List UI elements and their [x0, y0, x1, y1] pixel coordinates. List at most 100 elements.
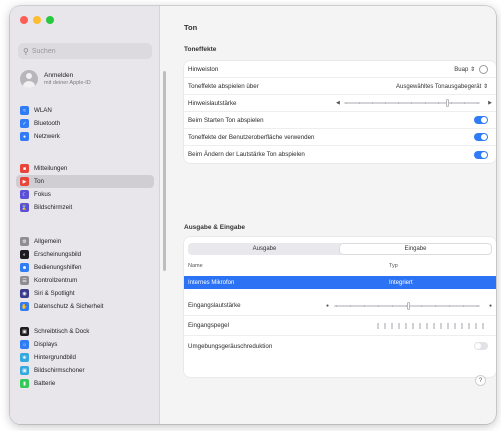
speaker-icon: ▶	[20, 177, 29, 186]
sidebar-item-bildschirmzeit[interactable]: ⌛ Bildschirmzeit	[16, 201, 154, 214]
input-level-meter	[377, 322, 484, 329]
tab-eingabe[interactable]: Eingabe	[340, 244, 491, 254]
alert-volume-label: Hinweislautstärke	[188, 99, 237, 107]
noise-reduction-row: Umgebungsgeräuschreduktion	[184, 336, 496, 356]
alert-volume-slider[interactable]: ◀ ▶	[336, 99, 492, 107]
appearance-icon: ◐	[20, 250, 29, 259]
ui-sounds-toggle[interactable]	[474, 133, 488, 141]
io-heading: Ausgabe & Eingabe	[184, 224, 246, 231]
alert-sound-row: Hinweiston Buap ⇕	[184, 61, 496, 78]
device-row-selected[interactable]: Internes Mikrofon Integriert	[184, 276, 496, 289]
close-button[interactable]	[20, 16, 28, 24]
alert-sound-label: Hinweiston	[188, 65, 219, 73]
sidebar-item-allgemein[interactable]: ⚙ Allgemein	[16, 235, 154, 248]
input-volume-label: Eingangslautstärke	[188, 302, 241, 309]
device-table-header: Name Typ	[184, 263, 496, 269]
account-subtitle: mit deiner Apple-ID	[44, 80, 91, 86]
input-volume-row: Eingangslautstärke ● ●	[184, 296, 496, 316]
avatar	[20, 70, 38, 88]
search-field[interactable]: ⚲	[18, 43, 152, 59]
sidebar-item-hintergrundbild[interactable]: ❀ Hintergrundbild	[16, 351, 154, 364]
column-type-header: Typ	[389, 263, 398, 269]
sidebar-group-general: ⚙ Allgemein ◐ Erscheinungsbild ☻ Bedienungs…	[16, 235, 154, 313]
search-input[interactable]	[31, 47, 142, 55]
mic-high-icon: ●	[488, 302, 492, 309]
minimize-button[interactable]	[33, 16, 41, 24]
play-through-row: Toneffekte abspielen über Ausgewähltes T…	[184, 78, 496, 95]
sidebar-item-bildschirmschoner[interactable]: ▣ Bildschirmschoner	[16, 364, 154, 377]
main-pane: Ton Toneffekte Hinweiston Buap ⇕ Toneffe…	[160, 6, 496, 424]
volume-feedback-toggle[interactable]	[474, 150, 488, 159]
screensaver-icon: ▣	[20, 366, 29, 375]
sidebar-item-ton[interactable]: ▶ Ton	[16, 175, 154, 188]
sidebar-item-mitteilungen[interactable]: ■ Mitteilungen	[16, 162, 154, 175]
hand-icon: ✋	[20, 302, 29, 311]
speaker-low-icon: ◀	[336, 100, 340, 106]
battery-icon: ▮	[20, 379, 29, 388]
sidebar-item-batterie[interactable]: ▮ Batterie	[16, 377, 154, 390]
input-volume-slider[interactable]: ● ●	[326, 301, 492, 310]
ui-sounds-label: Toneffekte der Benutzeroberfläche verwen…	[188, 133, 315, 141]
help-button[interactable]: ?	[475, 375, 486, 386]
sidebar-item-wlan[interactable]: ≈ WLAN	[16, 104, 154, 117]
sidebar-item-fokus[interactable]: ☾ Fokus	[16, 188, 154, 201]
slider-knob[interactable]	[407, 301, 410, 310]
bluetooth-icon: ✓	[20, 119, 29, 128]
sidebar-group-network: ≈ WLAN ✓ Bluetooth ● Netzwerk	[16, 104, 154, 143]
hourglass-icon: ⌛	[20, 203, 29, 212]
sidebar: ⚲ Anmelden mit deiner Apple-ID ≈WLAN ✓Bl…	[10, 6, 166, 424]
sidebar-item-kontrollzentrum[interactable]: ☰ Kontrollzentrum	[16, 274, 154, 287]
startup-sound-toggle[interactable]	[474, 116, 488, 124]
effects-card: Hinweiston Buap ⇕ Toneffekte abspielen ü…	[184, 61, 496, 163]
wallpaper-icon: ❀	[20, 353, 29, 362]
play-through-popup[interactable]: Ausgewähltes Tonausgabegerät ⇕	[396, 83, 488, 90]
sidebar-item-erscheinungsbild[interactable]: ◐ Erscheinungsbild	[16, 248, 154, 261]
control-center-icon: ☰	[20, 276, 29, 285]
volume-feedback-row: Beim Ändern der Lautstärke Ton abspielen	[184, 146, 496, 163]
sidebar-item-displays[interactable]: ☼ Displays	[16, 338, 154, 351]
sidebar-group-display: ▣ Schreibtisch & Dock ☼ Displays ❀ Hintergr…	[16, 325, 154, 390]
device-name: Internes Mikrofon	[188, 279, 235, 286]
speaker-high-icon: ▶	[488, 100, 492, 106]
tab-ausgabe[interactable]: Ausgabe	[189, 244, 340, 254]
io-segmented-control: Ausgabe Eingabe	[188, 243, 492, 255]
effects-heading: Toneffekte	[184, 46, 217, 53]
bell-icon: ■	[20, 164, 29, 173]
dock-icon: ▣	[20, 327, 29, 336]
globe-icon: ●	[20, 132, 29, 141]
input-level-row: Eingangspegel	[184, 316, 496, 336]
moon-icon: ☾	[20, 190, 29, 199]
account-name: Anmelden	[44, 72, 74, 79]
slider-ticks	[346, 102, 478, 104]
alert-volume-row: Hinweislautstärke ◀ ▶	[184, 95, 496, 112]
sidebar-item-siri-spotlight[interactable]: ◉ Siri & Spotlight	[16, 287, 154, 300]
slider-knob[interactable]	[445, 99, 449, 107]
zoom-button[interactable]	[46, 16, 54, 24]
play-through-label: Toneffekte abspielen über	[188, 82, 259, 90]
volume-feedback-label: Beim Ändern der Lautstärke Ton abspielen	[188, 151, 305, 158]
siri-icon: ◉	[20, 289, 29, 298]
play-alert-icon[interactable]	[479, 64, 488, 74]
ui-sounds-row: Toneffekte der Benutzeroberfläche verwen…	[184, 129, 496, 146]
input-settings: Eingangslautstärke ● ● Eingangspegel Umg…	[184, 296, 496, 356]
sidebar-item-bedienungshilfen[interactable]: ☻ Bedienungshilfen	[16, 261, 154, 274]
sidebar-item-schreibtisch-dock[interactable]: ▣ Schreibtisch & Dock	[16, 325, 154, 338]
apple-id-account[interactable]: Anmelden mit deiner Apple-ID	[20, 70, 91, 88]
accessibility-icon: ☻	[20, 263, 29, 272]
window-controls	[20, 16, 54, 24]
alert-sound-popup[interactable]: Buap ⇕	[454, 66, 475, 73]
noise-reduction-toggle[interactable]	[474, 342, 488, 350]
input-level-label: Eingangspegel	[188, 322, 229, 329]
sidebar-item-bluetooth[interactable]: ✓ Bluetooth	[16, 117, 154, 130]
startup-sound-label: Beim Starten Ton abspielen	[188, 116, 264, 124]
page-title: Ton	[184, 23, 198, 32]
startup-sound-row: Beim Starten Ton abspielen	[184, 112, 496, 129]
sidebar-item-netzwerk[interactable]: ● Netzwerk	[16, 130, 154, 143]
sidebar-item-datenschutz[interactable]: ✋ Datenschutz & Sicherheit	[16, 300, 154, 313]
sidebar-group-notifications: ■ Mitteilungen ▶ Ton ☾ Fokus ⌛ Bildschirmzei…	[16, 162, 154, 214]
settings-window: ⚲ Anmelden mit deiner Apple-ID ≈WLAN ✓Bl…	[10, 6, 496, 424]
mic-low-icon: ●	[326, 302, 330, 309]
column-name-header: Name	[188, 263, 203, 269]
noise-reduction-label: Umgebungsgeräuschreduktion	[188, 342, 273, 350]
display-icon: ☼	[20, 340, 29, 349]
